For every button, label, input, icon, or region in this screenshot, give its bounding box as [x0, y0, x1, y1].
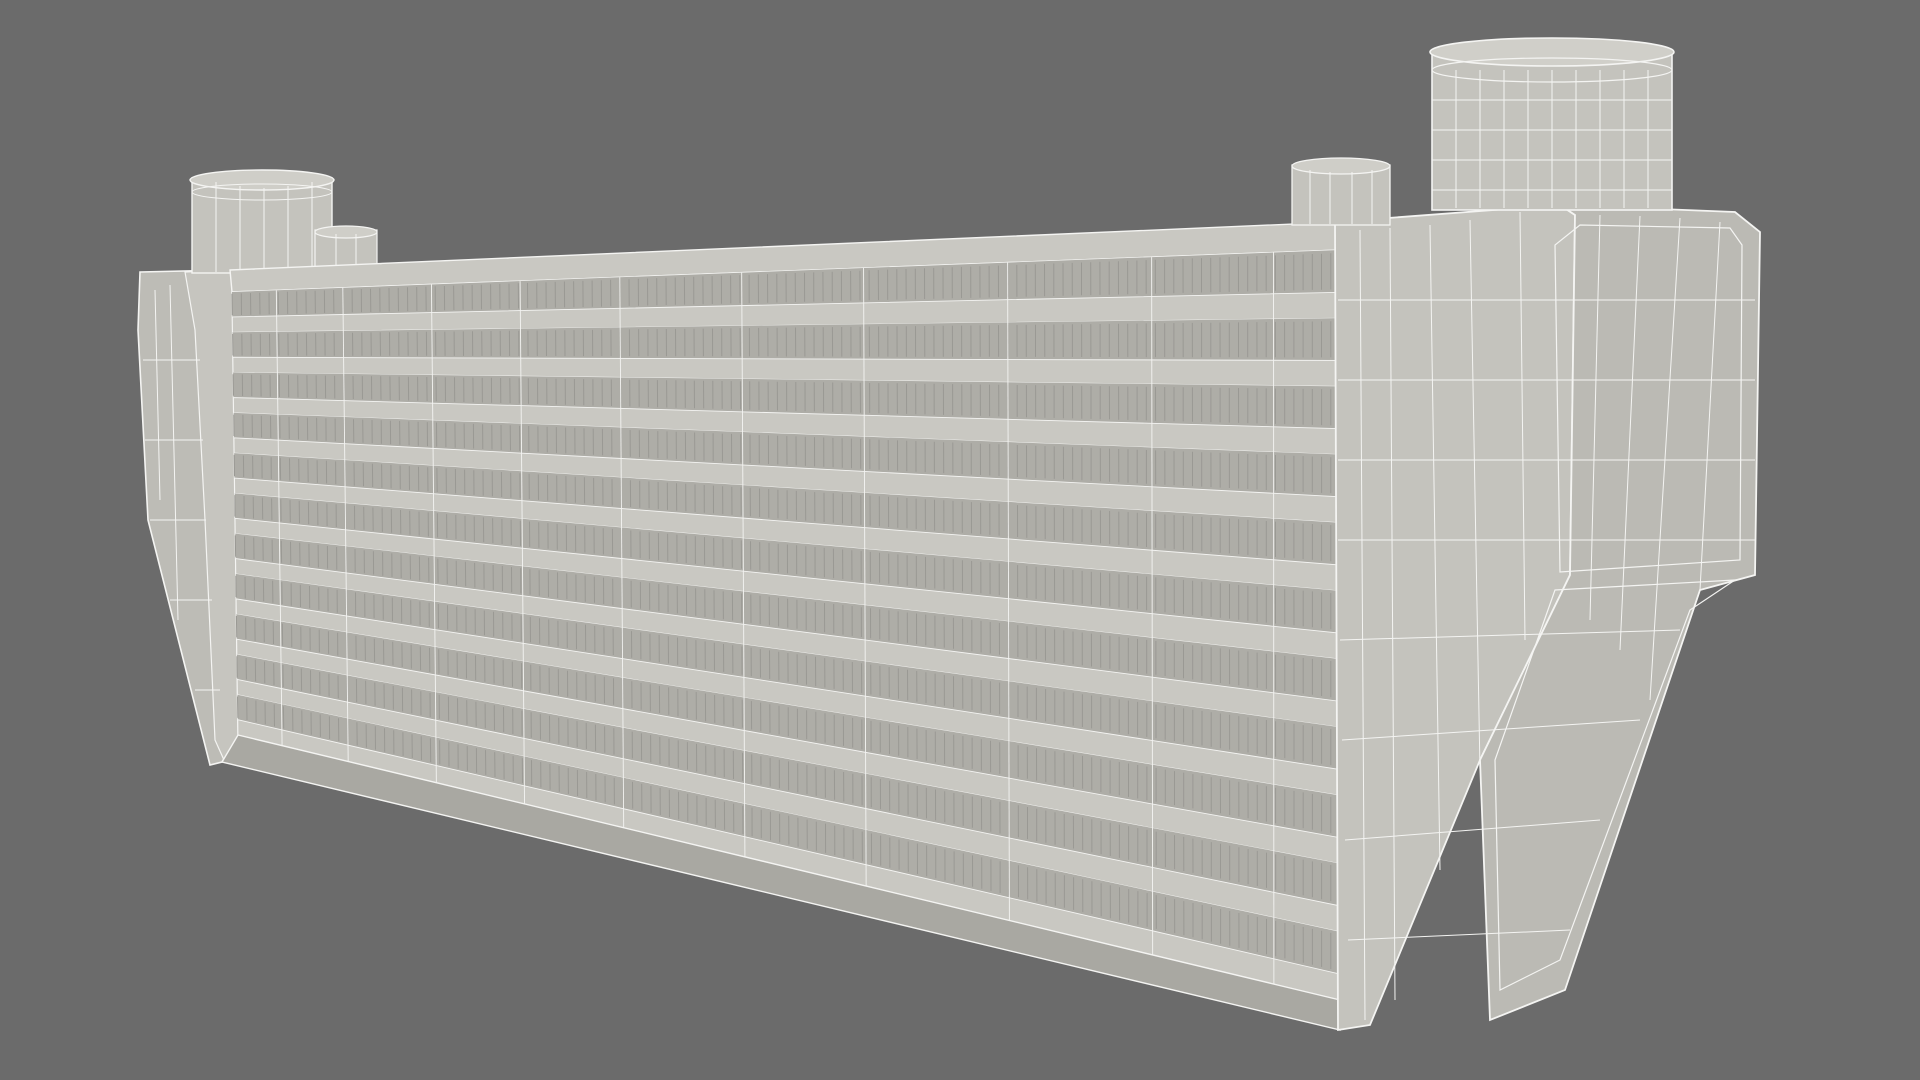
bleed-port-icon — [1291, 157, 1391, 226]
intercooler-model — [0, 0, 1920, 1080]
render-viewport — [0, 0, 1920, 1080]
outlet-pipe-icon — [189, 169, 335, 274]
right-small-port-rim — [1291, 157, 1391, 175]
left-small-port-rim — [314, 225, 378, 239]
left-pipe-body — [191, 177, 333, 274]
inlet-pipe-icon — [1429, 37, 1675, 211]
